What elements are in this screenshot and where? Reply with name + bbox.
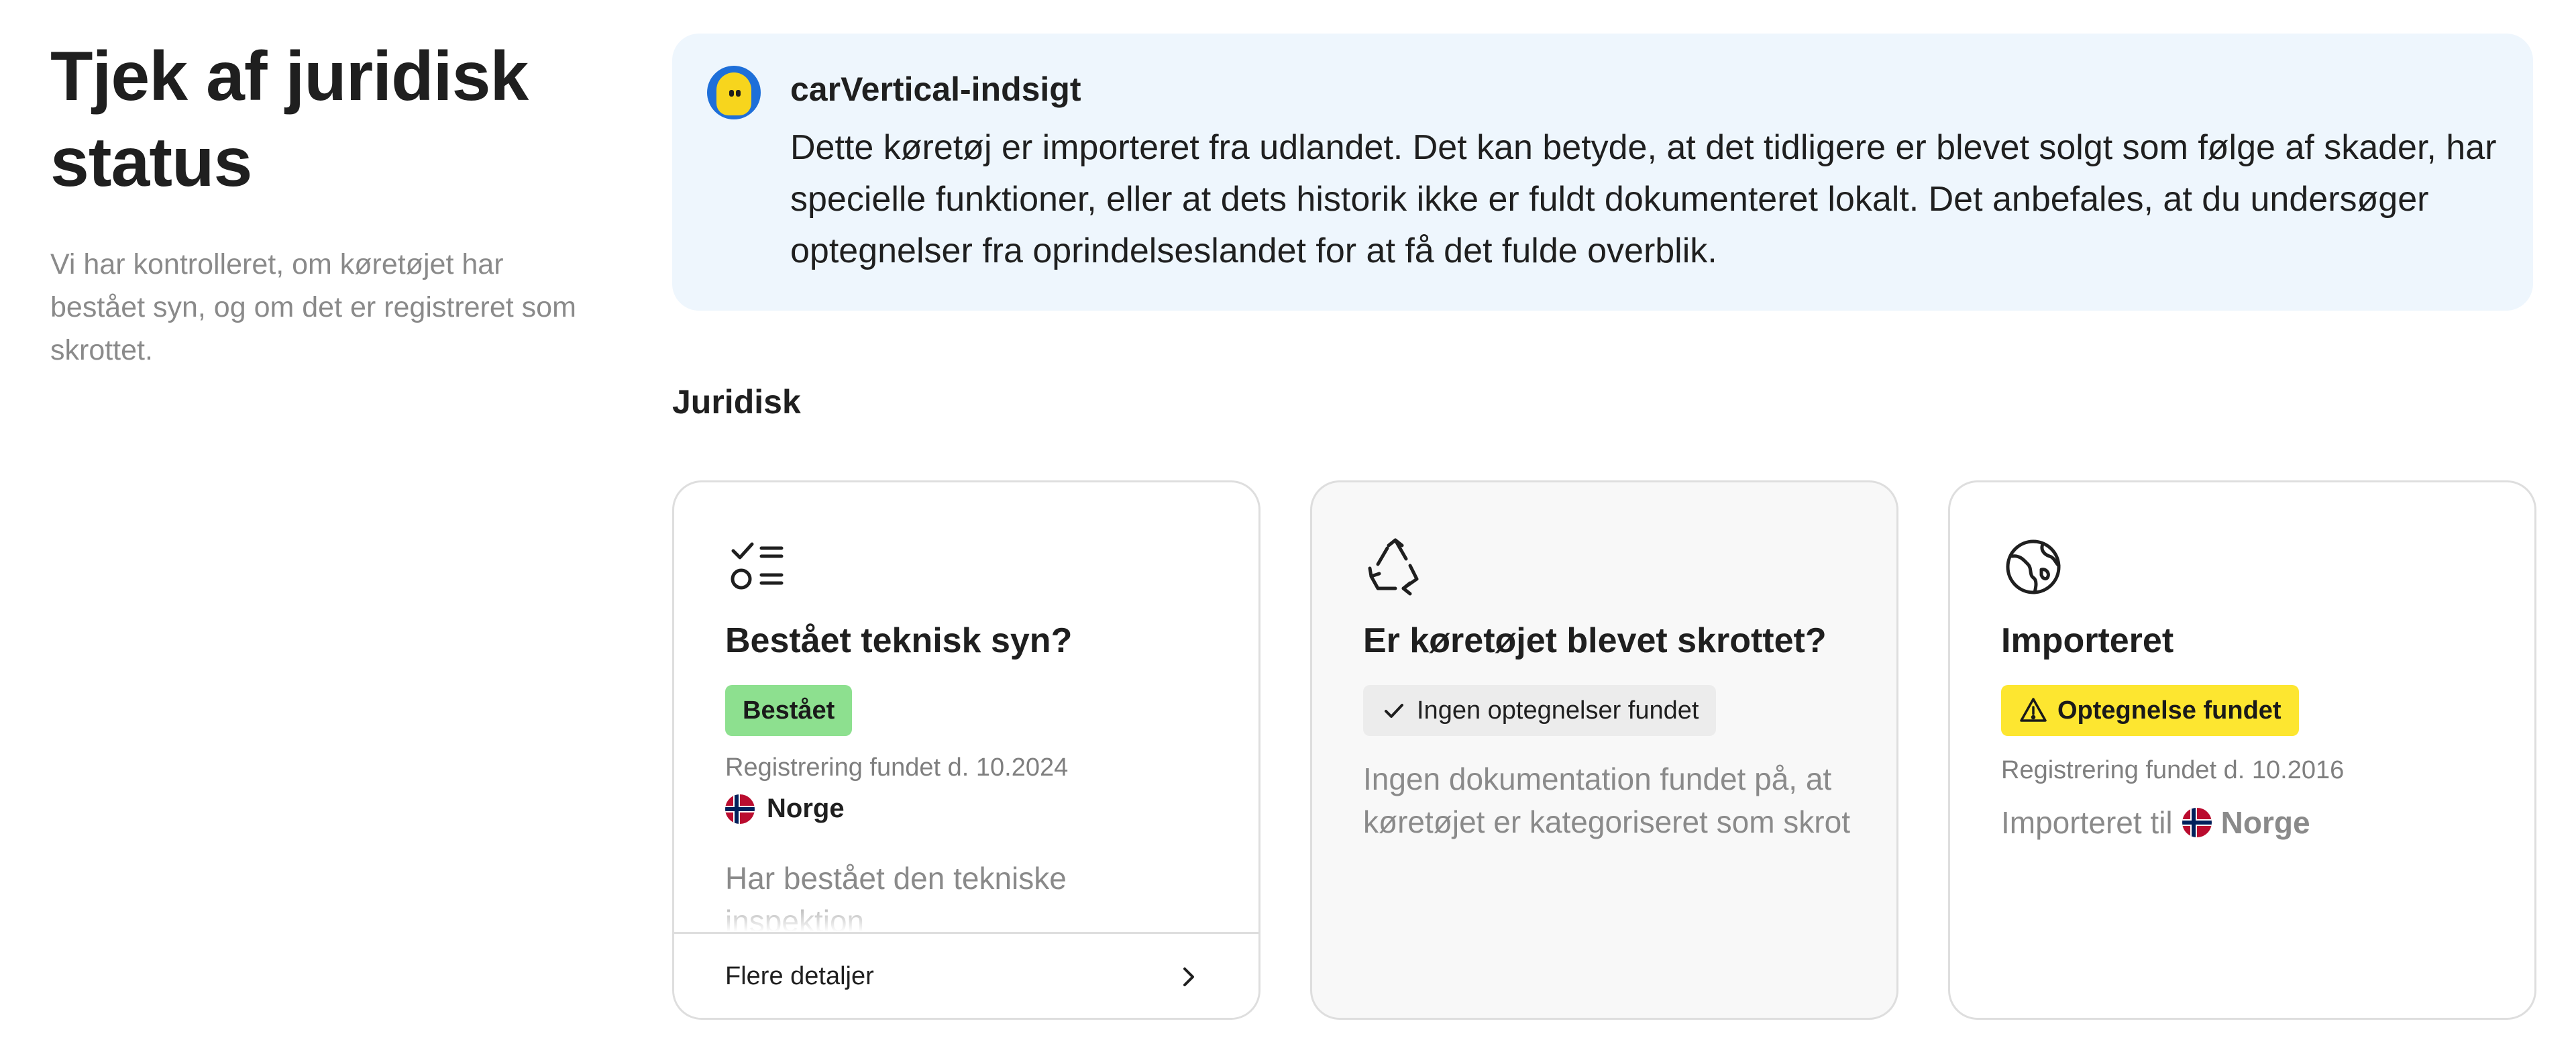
inspection-card: Bestået teknisk syn? Bestået Registrerin… (672, 480, 1260, 1020)
insight-title: carVertical-indsigt (790, 70, 1081, 108)
status-badge-label: Ingen optegnelser fundet (1417, 696, 1699, 725)
registration-date: Registrering fundet d. 10.2024 (725, 753, 1069, 782)
country-name: Norge (767, 794, 845, 823)
carvertical-logo-icon (707, 66, 761, 119)
registration-date: Registrering fundet d. 10.2016 (2001, 756, 2345, 784)
card-note: Ingen dokumentation fundet på, at køretø… (1363, 762, 1850, 839)
check-icon (1385, 704, 1403, 718)
imported-to-row: Importeret til Norge (2001, 804, 2310, 841)
card-title: Er køretøjet blevet skrottet? (1363, 621, 1827, 660)
more-details-button[interactable]: Flere detaljer (674, 932, 1258, 1018)
imported-card: Importeret Optegnelse fundet Registrerin… (1948, 480, 2536, 1020)
intro-column: Tjek af juridisk status Vi har kontrolle… (50, 34, 600, 372)
globe-icon (2001, 535, 2065, 599)
card-title: Importeret (2001, 621, 2174, 660)
more-details-label: Flere detaljer (725, 962, 874, 990)
status-badge-label: Bestået (743, 696, 835, 725)
page-title: Tjek af juridisk status (50, 38, 529, 201)
card-title: Bestået teknisk syn? (725, 621, 1073, 660)
warning-icon (2020, 698, 2047, 722)
insight-body: Dette køretøj er importeret fra udlandet… (790, 128, 2497, 270)
chevron-right-icon (1175, 963, 1202, 994)
checklist-icon (725, 535, 790, 599)
status-badge-label: Optegnelse fundet (2057, 696, 2282, 725)
status-badge: Ingen optegnelser fundet (1363, 685, 1717, 736)
page-description: Vi har kontrolleret, om køretøjet har be… (50, 248, 576, 366)
status-badge: Optegnelse fundet (2001, 685, 2299, 736)
scrapped-card: Er køretøjet blevet skrottet? Ingen opte… (1310, 480, 1898, 1020)
country-name: Norge (2220, 805, 2310, 840)
status-badge: Bestået (725, 685, 853, 736)
recycle-icon (1363, 535, 1428, 599)
norway-flag-icon (2182, 808, 2212, 837)
insight-box: carVertical-indsigt Dette køretøj er imp… (672, 34, 2533, 311)
section-heading: Juridisk (672, 383, 801, 421)
norway-flag-icon (725, 794, 755, 824)
imported-prefix: Importeret til (2001, 805, 2173, 840)
country-row: Norge (725, 794, 845, 824)
